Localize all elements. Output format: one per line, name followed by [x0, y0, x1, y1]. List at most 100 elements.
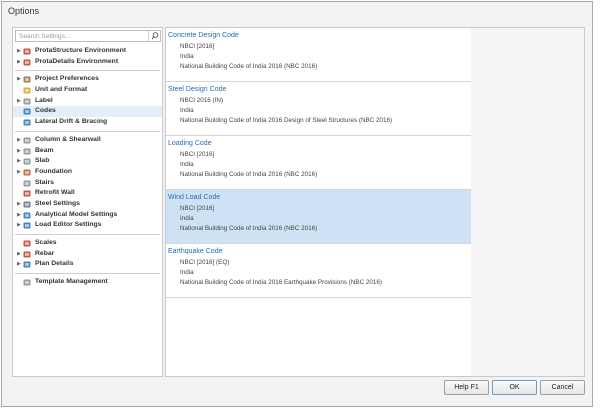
- sidebar-item-label: ProtaStructure Environment: [35, 47, 127, 54]
- sidebar-item-label: Template Management: [35, 278, 108, 286]
- code-block-steel-design-code[interactable]: Steel Design Code NBCI 2016 (IN) India Nati…: [166, 82, 471, 136]
- prota-structure-icon: [23, 48, 31, 55]
- code-detail: NBCI [2016]: [180, 43, 215, 50]
- sidebar-item-label: Column & Shearwall: [35, 135, 101, 143]
- analytical-icon: [23, 212, 31, 219]
- code-detail: National Building Code of India 2016 Ear…: [180, 279, 382, 286]
- sidebar-item-label: Slab: [35, 157, 50, 165]
- sidebar-item-label: Plan Details: [35, 260, 74, 268]
- sidebar-item-template-management[interactable]: Template Management: [13, 277, 162, 288]
- sidebar-item-label: Label: [35, 96, 53, 104]
- codes-icon: [23, 108, 31, 115]
- expand-arrow-icon[interactable]: ▶: [17, 167, 21, 178]
- load-editor-icon: [23, 222, 31, 229]
- sidebar-item-label: Stairs: [35, 178, 54, 186]
- bracing-icon: [23, 119, 31, 126]
- expand-arrow-icon[interactable]: ▶: [17, 249, 21, 260]
- sidebar-item-protadetails-environment[interactable]: ▶ ProtaDetails Environment: [13, 57, 162, 68]
- code-detail: NBCI [2016]: [180, 151, 215, 158]
- code-title-link[interactable]: Steel Design Code: [168, 86, 226, 93]
- code-detail: National Building Code of India 2016 (NB…: [180, 225, 318, 232]
- tree-separator: [15, 70, 160, 72]
- code-detail: India: [180, 215, 194, 222]
- expand-arrow-icon[interactable]: ▶: [17, 199, 21, 210]
- sidebar-item-slab[interactable]: ▶ Slab: [13, 156, 162, 167]
- settings-tree: ▶ ProtaStructure Environment ▶ ProtaDetails…: [13, 46, 162, 288]
- sidebar-item-label: Analytical Model Settings: [35, 210, 118, 218]
- code-block-wind-load-code[interactable]: Wind Load Code NBCI [2016] India National B…: [166, 190, 471, 244]
- sidebar-item-load-editor-settings[interactable]: ▶ Load Editor Settings: [13, 220, 162, 231]
- sidebar-item-label: Steel Settings: [35, 199, 80, 207]
- code-block-concrete-design-code[interactable]: Concrete Design Code NBCI [2016] India Nati…: [166, 28, 471, 82]
- column-icon: [23, 137, 31, 144]
- ok-button[interactable]: OK: [492, 380, 537, 395]
- expand-arrow-icon[interactable]: ▶: [17, 156, 21, 167]
- sidebar-item-beam[interactable]: ▶ Beam: [13, 146, 162, 157]
- code-block-earthquake-code[interactable]: Earthquake Code NBCI [2016] (EQ) India Nati…: [166, 244, 471, 298]
- slab-icon: [23, 158, 31, 165]
- expand-arrow-icon[interactable]: ▶: [17, 220, 21, 231]
- folder-icon: [23, 76, 31, 83]
- sidebar-item-codes[interactable]: Codes: [13, 106, 162, 118]
- code-detail: India: [180, 269, 194, 276]
- expand-arrow-icon[interactable]: ▶: [17, 46, 21, 57]
- code-title-link[interactable]: Earthquake Code: [168, 248, 222, 255]
- steel-icon: [23, 201, 31, 208]
- plan-details-icon: [23, 261, 31, 268]
- codes-panel: Concrete Design Code NBCI [2016] India Nati…: [165, 27, 585, 377]
- code-detail: India: [180, 53, 194, 60]
- code-block-loading-code[interactable]: Loading Code NBCI [2016] India National Bui…: [166, 136, 471, 190]
- search-box: [15, 30, 161, 42]
- help-button[interactable]: Help F1: [444, 380, 489, 395]
- expand-arrow-icon[interactable]: ▶: [17, 135, 21, 146]
- code-detail: National Building Code of India 2016 Des…: [180, 117, 393, 124]
- sidebar-item-label: Codes: [35, 107, 56, 115]
- sidebar-item-scales[interactable]: Scales: [13, 238, 162, 249]
- sidebar-item-label: Scales: [35, 239, 57, 246]
- expand-arrow-icon[interactable]: ▶: [17, 146, 21, 157]
- expand-arrow-icon[interactable]: ▶: [17, 96, 21, 107]
- sidebar-item-rebar[interactable]: ▶ Rebar: [13, 249, 162, 260]
- tree-separator: [15, 234, 160, 235]
- expand-arrow-icon[interactable]: ▶: [17, 74, 21, 85]
- code-detail: National Building Code of India 2016 (NB…: [180, 171, 318, 178]
- code-title-link[interactable]: Wind Load Code: [168, 194, 220, 201]
- search-icon[interactable]: [148, 31, 160, 41]
- options-window: Options ▶ ProtaStructure Environment ▶ Prot…: [1, 1, 593, 407]
- sidebar-item-unit-and-format[interactable]: Unit and Format: [13, 85, 162, 96]
- prota-details-icon: [23, 59, 31, 66]
- code-detail: NBCI 2016 (IN): [180, 97, 224, 104]
- sidebar-item-retrofit-wall[interactable]: Retrofit Wall: [13, 188, 162, 199]
- expand-arrow-icon[interactable]: ▶: [17, 57, 21, 68]
- sidebar-item-label: Foundation: [35, 167, 72, 175]
- expand-arrow-icon[interactable]: ▶: [17, 210, 21, 221]
- cancel-button[interactable]: Cancel: [540, 380, 585, 395]
- code-title-link[interactable]: Loading Code: [168, 140, 212, 147]
- sidebar-item-label: Rebar: [35, 249, 55, 257]
- sidebar-item-column-shearwall[interactable]: ▶ Column & Shearwall: [13, 135, 162, 146]
- sidebar-item-protastructure-environment[interactable]: ▶ ProtaStructure Environment: [13, 46, 162, 57]
- sidebar-item-foundation[interactable]: ▶ Foundation: [13, 167, 162, 178]
- sidebar-item-label: Beam: [35, 146, 54, 154]
- empty-area: [471, 28, 584, 376]
- code-detail: India: [180, 107, 194, 114]
- stairs-icon: [23, 180, 31, 187]
- sidebar-item-steel-settings[interactable]: ▶ Steel Settings: [13, 199, 162, 210]
- sidebar-item-stairs[interactable]: Stairs: [13, 178, 162, 189]
- search-input[interactable]: [16, 31, 147, 41]
- units-icon: [23, 87, 31, 94]
- sidebar-item-label[interactable]: ▶ Label: [13, 96, 162, 107]
- sidebar-item-plan-details[interactable]: ▶ Plan Details: [13, 259, 162, 270]
- tree-separator: [15, 273, 160, 275]
- code-title-link[interactable]: Concrete Design Code: [168, 32, 239, 39]
- sidebar-item-analytical-model-settings[interactable]: ▶ Analytical Model Settings: [13, 210, 162, 221]
- settings-tree-panel: ▶ ProtaStructure Environment ▶ ProtaDetails…: [12, 27, 163, 377]
- label-icon: [23, 98, 31, 105]
- window-title: Options: [8, 6, 40, 16]
- sidebar-item-lateral-drift-bracing[interactable]: Lateral Drift & Bracing: [13, 117, 162, 128]
- sidebar-item-project-preferences[interactable]: ▶ Project Preferences: [13, 74, 162, 85]
- tree-separator: [15, 130, 160, 132]
- sidebar-item-label: Unit and Format: [35, 86, 88, 94]
- expand-arrow-icon[interactable]: ▶: [17, 259, 21, 270]
- template-icon: [23, 279, 31, 286]
